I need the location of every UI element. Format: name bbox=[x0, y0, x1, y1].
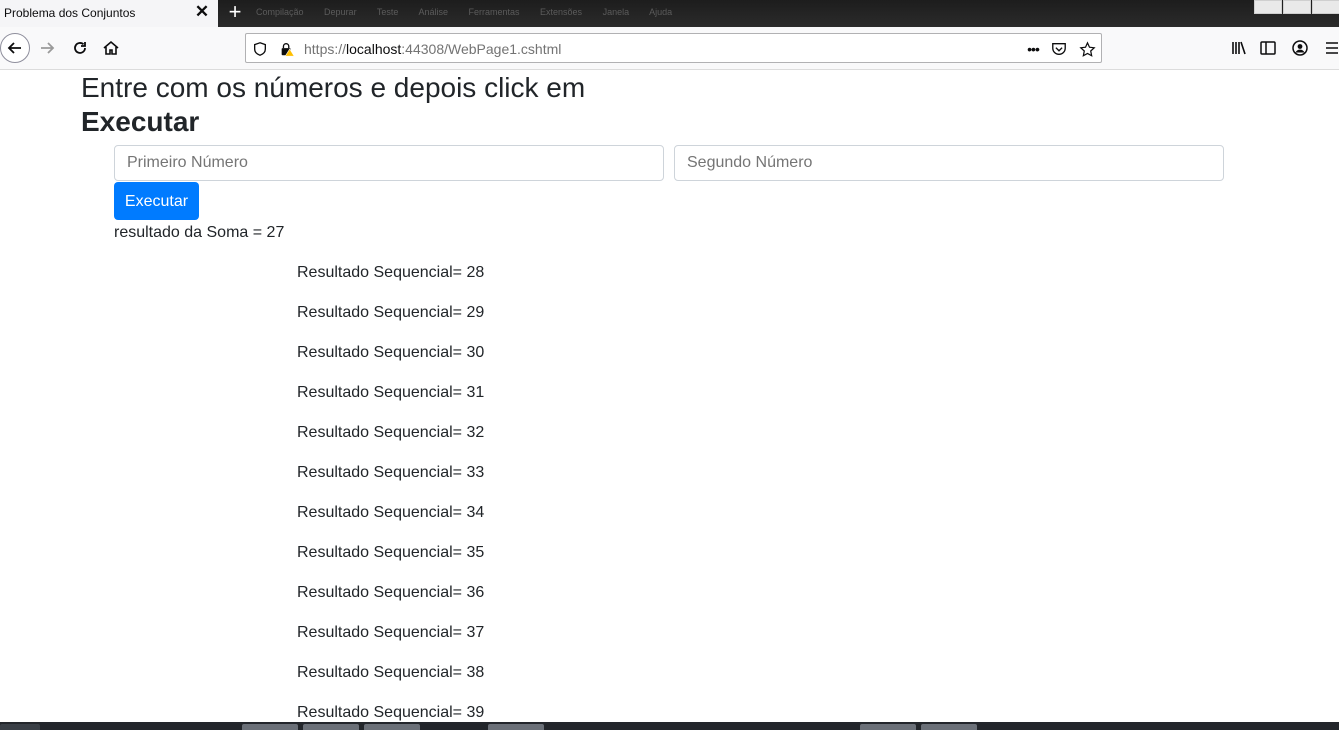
sequence-result: Resultado Sequencial= 32 bbox=[297, 424, 485, 441]
sequence-result: Resultado Sequencial= 30 bbox=[297, 344, 485, 361]
taskbar-item[interactable] bbox=[303, 724, 359, 730]
home-icon bbox=[103, 40, 119, 55]
menu-item: Extensões bbox=[540, 7, 583, 17]
sequence-result: Resultado Sequencial= 29 bbox=[297, 304, 485, 321]
sequence-result: Resultado Sequencial= 33 bbox=[297, 464, 485, 481]
url-host: localhost bbox=[346, 41, 402, 57]
first-number-input[interactable] bbox=[114, 145, 664, 181]
account-button[interactable] bbox=[1286, 34, 1314, 62]
maximize-button[interactable] bbox=[1283, 0, 1311, 14]
menu-item: Compilação bbox=[256, 7, 304, 17]
taskbar-item[interactable] bbox=[364, 724, 420, 730]
new-tab-button[interactable]: + bbox=[224, 1, 246, 23]
sequence-result: Resultado Sequencial= 28 bbox=[297, 264, 485, 281]
library-button[interactable] bbox=[1225, 34, 1253, 62]
url-path: :44308/WebPage1.cshtml bbox=[401, 41, 562, 57]
taskbar-item[interactable] bbox=[921, 724, 977, 730]
sequence-result: Resultado Sequencial= 35 bbox=[297, 544, 485, 561]
tab-strip: Problema dos Conjuntos ✕ + Compilação De… bbox=[0, 0, 1339, 27]
account-icon bbox=[1292, 40, 1308, 56]
reload-icon bbox=[74, 42, 86, 54]
sequence-result: Resultado Sequencial= 39 bbox=[297, 704, 485, 721]
page-title: Entre com os números e depois click em E… bbox=[81, 71, 585, 139]
menu-item: Análise bbox=[418, 7, 448, 17]
taskbar-item[interactable] bbox=[242, 724, 298, 730]
sidebar-button[interactable] bbox=[1254, 34, 1282, 62]
sequence-result: Resultado Sequencial= 38 bbox=[297, 664, 485, 681]
second-number-input[interactable] bbox=[674, 145, 1224, 181]
taskbar-item[interactable] bbox=[860, 724, 916, 730]
hamburger-menu-icon bbox=[1325, 42, 1338, 54]
address-bar[interactable]: https://localhost:44308/WebPage1.cshtml … bbox=[245, 33, 1102, 63]
sequence-result: Resultado Sequencial= 31 bbox=[297, 384, 485, 401]
menu-item: Teste bbox=[376, 7, 399, 17]
home-button[interactable] bbox=[97, 34, 125, 62]
taskbar-item[interactable] bbox=[488, 724, 544, 730]
sum-result: resultado da Soma = 27 bbox=[114, 224, 285, 241]
menu-item: Depurar bbox=[324, 7, 357, 17]
menu-item: Ajuda bbox=[649, 7, 673, 17]
arrow-left-icon bbox=[7, 42, 21, 54]
reload-button[interactable] bbox=[66, 34, 94, 62]
background-menu-bar: Compilação Depurar Teste Análise Ferrame… bbox=[256, 7, 690, 17]
library-icon bbox=[1232, 41, 1246, 55]
tab-problema-dos-conjuntos[interactable]: Problema dos Conjuntos ✕ bbox=[0, 0, 218, 27]
shield-icon[interactable] bbox=[251, 40, 269, 58]
bookmark-star-icon[interactable] bbox=[1078, 40, 1096, 58]
tab-title: Problema dos Conjuntos bbox=[4, 6, 136, 20]
execute-button[interactable]: Executar bbox=[114, 182, 199, 220]
page-content: Entre com os números e depois click em E… bbox=[0, 70, 1339, 722]
menu-item: Janela bbox=[602, 7, 630, 17]
sequence-result: Resultado Sequencial= 37 bbox=[297, 624, 485, 641]
minimize-button[interactable] bbox=[1254, 0, 1282, 14]
tab-close-icon[interactable]: ✕ bbox=[193, 2, 211, 22]
url-text[interactable]: https://localhost:44308/WebPage1.cshtml bbox=[304, 41, 561, 57]
page-title-line2: Executar bbox=[81, 106, 200, 137]
menu-item: Ferramentas bbox=[468, 7, 520, 17]
taskbar bbox=[0, 722, 1339, 730]
sequence-result: Resultado Sequencial= 36 bbox=[297, 584, 485, 601]
back-button[interactable] bbox=[0, 33, 30, 63]
app-menu-button[interactable] bbox=[1318, 34, 1339, 62]
close-window-button[interactable] bbox=[1312, 0, 1339, 14]
sequence-result: Resultado Sequencial= 34 bbox=[297, 504, 485, 521]
sidebar-icon bbox=[1260, 41, 1276, 55]
arrow-right-icon bbox=[41, 42, 55, 54]
url-prefix: https:// bbox=[304, 41, 347, 57]
start-button[interactable] bbox=[0, 724, 40, 730]
navigation-bar: https://localhost:44308/WebPage1.cshtml … bbox=[0, 27, 1339, 70]
lock-warning-icon[interactable] bbox=[278, 40, 296, 58]
pocket-icon[interactable] bbox=[1050, 40, 1068, 58]
page-actions-menu-icon[interactable]: ••• bbox=[1022, 40, 1044, 58]
page-title-line1: Entre com os números e depois click em bbox=[81, 72, 586, 103]
forward-button[interactable] bbox=[33, 34, 61, 62]
